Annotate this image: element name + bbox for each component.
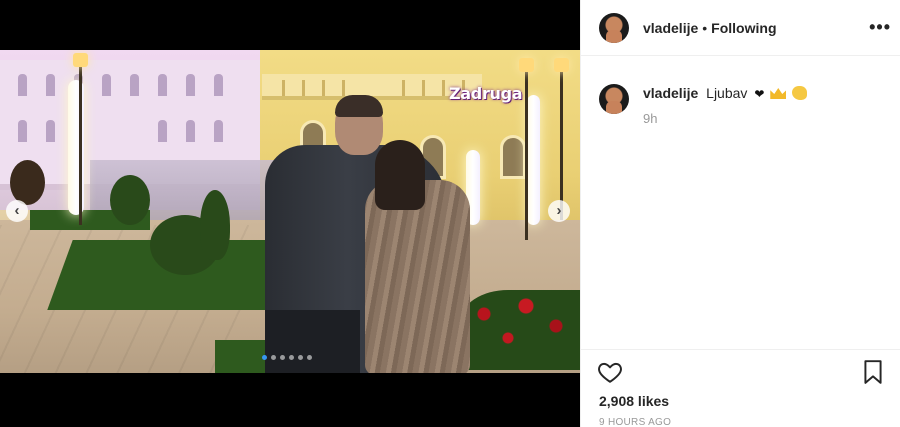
carousel-dot-active: [262, 355, 267, 360]
caption-comment: vladelije Ljubav ❤ 9h: [599, 82, 889, 126]
street-lamp: [73, 53, 88, 225]
avatar[interactable]: [599, 12, 629, 43]
crown-emoji: [770, 88, 787, 99]
carousel-indicator: [262, 355, 312, 360]
carousel-dot: [307, 355, 312, 360]
caption-time[interactable]: 9h: [643, 111, 807, 126]
carousel-dot: [280, 355, 285, 360]
carousel-dot: [271, 355, 276, 360]
action-bar: [581, 349, 900, 350]
username-link[interactable]: vladelije: [643, 20, 698, 36]
post-timestamp: 9 HOURS AGO: [599, 417, 672, 427]
black-heart-emoji: ❤: [754, 87, 765, 101]
carousel-dot: [289, 355, 294, 360]
next-arrow-icon[interactable]: ›: [548, 200, 570, 222]
tv-watermark: Zadruga: [449, 84, 523, 103]
post-info-panel: vladelije • Following ••• vladelije Ljub…: [580, 0, 900, 427]
avatar[interactable]: [599, 84, 629, 114]
caption-text: Ljubav: [706, 85, 748, 101]
flexed-biceps-emoji: [792, 86, 808, 100]
bookmark-outline-icon[interactable]: [862, 359, 884, 385]
heart-outline-icon[interactable]: [597, 359, 623, 385]
woman-figure: [365, 140, 470, 373]
previous-arrow-icon[interactable]: ‹: [6, 200, 28, 222]
likes-count[interactable]: 2,908 likes: [599, 393, 669, 409]
media-viewer: Zadruga ‹ ›: [0, 0, 580, 427]
flower-bed: [460, 290, 580, 370]
following-button[interactable]: Following: [711, 20, 776, 36]
more-options-icon[interactable]: •••: [869, 17, 891, 38]
post-header: vladelije • Following •••: [581, 0, 900, 56]
caption-username-link[interactable]: vladelije: [643, 85, 698, 101]
separator-dot: •: [702, 19, 708, 36]
carousel-dot: [298, 355, 303, 360]
